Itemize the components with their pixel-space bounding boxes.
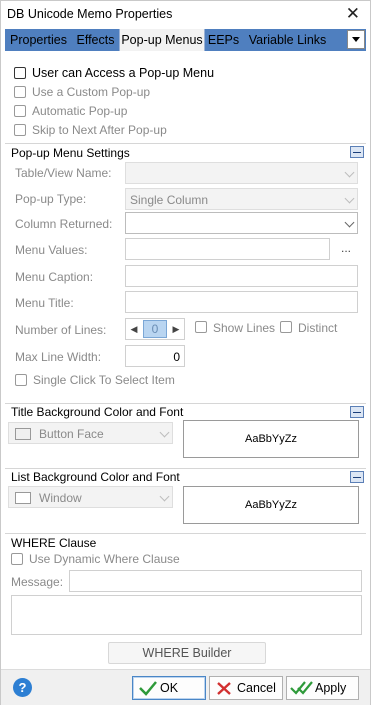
show-lines-label: Show Lines [213, 321, 276, 335]
max-line-width-value: 0 [173, 350, 180, 364]
user-access-checkbox[interactable] [14, 67, 26, 79]
menu-title-input[interactable] [125, 291, 358, 313]
tab-content: User can Access a Pop-up Menu Use a Cust… [5, 51, 366, 669]
show-lines-checkbox[interactable] [195, 321, 207, 333]
collapse-list-bg-icon[interactable] [350, 471, 364, 483]
cancel-x-icon [217, 682, 231, 695]
where-clause-textarea[interactable] [11, 595, 362, 635]
chevron-down-icon [344, 193, 355, 204]
tab-variable-links[interactable]: Variable Links [242, 29, 333, 51]
ok-label: OK [160, 681, 179, 695]
section-divider [5, 533, 366, 534]
number-lines-label: Number of Lines: [15, 323, 107, 337]
menu-values-browse-button[interactable]: ... [341, 241, 351, 255]
tab-bar: Properties Effects Pop-up Menus EEPs Var… [5, 29, 366, 51]
chevron-down-icon [159, 491, 170, 502]
dynamic-where-label: Use Dynamic Where Clause [29, 552, 180, 566]
menu-values-label: Menu Values: [15, 243, 88, 257]
title-font-sample-button[interactable]: AaBbYyZz [183, 420, 359, 458]
list-bg-header: List Background Color and Font [11, 470, 180, 484]
tab-properties[interactable]: Properties [5, 29, 72, 51]
number-lines-value: 0 [143, 320, 167, 338]
dialog-title: DB Unicode Memo Properties [7, 7, 173, 21]
dynamic-where-checkbox[interactable] [11, 553, 23, 565]
list-bg-color-value: Window [39, 491, 82, 505]
user-access-label: User can Access a Pop-up Menu [32, 66, 215, 80]
spin-right-icon[interactable]: ▶ [168, 319, 184, 339]
color-swatch [15, 492, 31, 504]
ok-button[interactable]: OK [132, 676, 206, 700]
dialog-footer: ? OK Cancel Apply [1, 669, 370, 705]
checkmark-icon [139, 681, 157, 696]
chevron-down-icon [344, 217, 355, 228]
table-view-label: Table/View Name: [15, 166, 112, 180]
collapse-title-bg-icon[interactable] [350, 406, 364, 418]
apply-button[interactable]: Apply [286, 676, 359, 700]
single-click-label: Single Click To Select Item [33, 373, 175, 387]
close-icon[interactable]: ✕ [346, 4, 360, 24]
menu-title-label: Menu Title: [15, 296, 74, 310]
section-divider [5, 468, 366, 469]
cancel-button[interactable]: Cancel [209, 676, 283, 700]
double-checkmark-icon [290, 681, 313, 695]
max-line-width-input[interactable]: 0 [125, 345, 185, 367]
skip-next-label: Skip to Next After Pop-up [32, 123, 167, 137]
single-click-checkbox[interactable] [15, 374, 27, 386]
section-divider [5, 143, 366, 144]
where-header: WHERE Clause [11, 536, 97, 550]
menu-caption-input[interactable] [125, 265, 358, 287]
message-label: Message: [11, 575, 64, 589]
color-swatch [15, 428, 31, 440]
title-bar: DB Unicode Memo Properties ✕ [1, 1, 370, 28]
collapse-popup-settings-icon[interactable] [350, 146, 364, 158]
distinct-label: Distinct [298, 321, 338, 335]
chevron-down-icon [159, 427, 170, 438]
chevron-down-icon [344, 167, 355, 178]
message-input[interactable] [69, 570, 362, 592]
apply-label: Apply [315, 681, 347, 695]
section-divider [5, 403, 366, 404]
table-view-select[interactable] [125, 162, 358, 184]
tab-eeps[interactable]: EEPs [205, 29, 242, 51]
automatic-popup-label: Automatic Pop-up [32, 104, 128, 118]
properties-dialog: DB Unicode Memo Properties ✕ Properties … [0, 0, 371, 705]
max-line-width-label: Max Line Width: [15, 350, 102, 364]
custom-popup-checkbox[interactable] [14, 86, 26, 98]
title-bg-color-select[interactable]: Button Face [8, 422, 173, 444]
spin-left-icon[interactable]: ◀ [126, 319, 142, 339]
number-lines-spinner[interactable]: ◀ 0 ▶ [125, 318, 185, 340]
help-icon[interactable]: ? [13, 678, 32, 697]
popup-type-select[interactable]: Single Column [125, 188, 358, 210]
cancel-label: Cancel [237, 681, 276, 695]
where-builder-button[interactable]: WHERE Builder [108, 642, 266, 664]
title-bg-header: Title Background Color and Font [11, 405, 184, 419]
popup-settings-header: Pop-up Menu Settings [11, 146, 130, 160]
tab-overflow-dropdown[interactable] [347, 30, 365, 49]
column-returned-label: Column Returned: [15, 217, 113, 231]
menu-values-input[interactable] [125, 238, 330, 260]
list-bg-color-select[interactable]: Window [8, 486, 173, 508]
tab-effects[interactable]: Effects [72, 29, 119, 51]
skip-next-checkbox[interactable] [14, 124, 26, 136]
popup-type-value: Single Column [130, 193, 209, 207]
menu-caption-label: Menu Caption: [15, 270, 94, 284]
popup-type-label: Pop-up Type: [15, 192, 87, 206]
list-font-sample-button[interactable]: AaBbYyZz [183, 486, 359, 524]
custom-popup-label: Use a Custom Pop-up [32, 85, 151, 99]
distinct-checkbox[interactable] [280, 321, 292, 333]
title-bg-color-value: Button Face [39, 427, 104, 441]
column-returned-select[interactable] [125, 212, 358, 234]
tab-popup-menus[interactable]: Pop-up Menus [119, 29, 205, 51]
automatic-popup-checkbox[interactable] [14, 105, 26, 117]
